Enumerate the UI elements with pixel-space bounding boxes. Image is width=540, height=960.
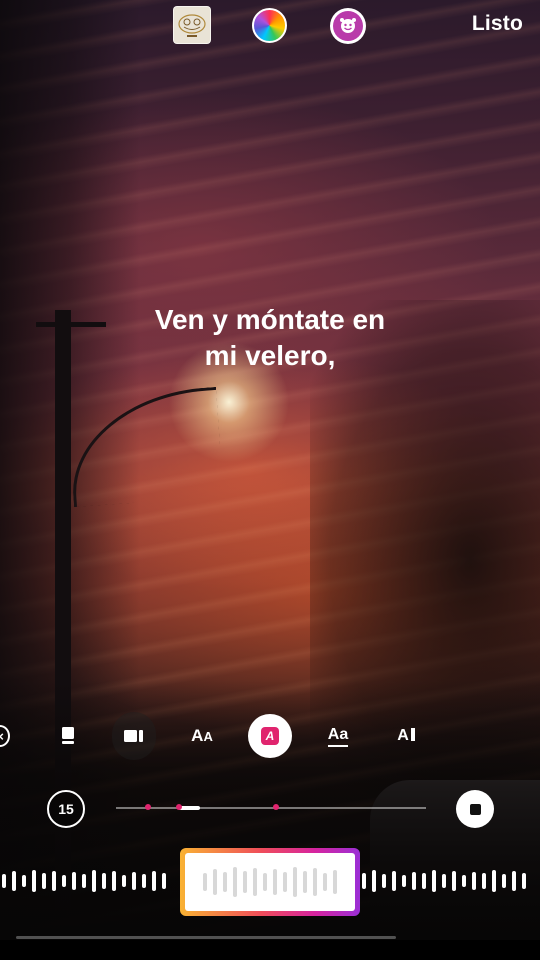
color-wheel-icon[interactable] (252, 8, 287, 43)
layout-card-button[interactable] (48, 712, 88, 760)
lyrics-line-1: Ven y móntate en (154, 304, 386, 335)
text-style-button[interactable]: A (248, 714, 292, 758)
selection-window-inner (185, 853, 355, 911)
playback-timeline: 15 (0, 788, 540, 828)
stop-button[interactable] (456, 790, 494, 828)
stop-icon (469, 803, 481, 815)
sticker-thumbnail-icon[interactable] (173, 6, 211, 44)
face-filter-icon (333, 11, 363, 41)
text-align-icon: A (397, 727, 415, 745)
remove-style-button[interactable]: × (0, 712, 10, 760)
close-circle-icon: × (0, 725, 10, 747)
lyrics-line-2: mi velero, (204, 340, 336, 371)
text-style-icon: A (261, 727, 279, 745)
layout-split-button[interactable] (112, 712, 156, 760)
face-filter-button[interactable] (330, 8, 366, 44)
font-size-button[interactable]: AA (182, 712, 222, 760)
audio-scrubber[interactable] (0, 846, 540, 916)
timeline-marker (176, 804, 182, 810)
layout-card-icon (62, 727, 74, 744)
lyrics-sticker[interactable]: Ven y móntate en mi velero, (100, 302, 440, 374)
waveform-left (2, 846, 178, 916)
timeline-marker (273, 804, 279, 810)
font-size-icon: AA (191, 726, 213, 745)
waveform-right (362, 846, 538, 916)
done-button[interactable]: Listo (472, 12, 523, 36)
lyrics-style-toolbar: × AA A Aa A (0, 712, 540, 760)
layout-split-icon (124, 730, 143, 742)
utility-pole-crossbar (36, 322, 106, 327)
selection-window[interactable] (180, 848, 360, 916)
timeline-track[interactable] (116, 807, 426, 809)
text-underline-icon: Aa (327, 725, 349, 743)
text-align-button[interactable]: A (386, 712, 426, 760)
editor-top-bar: Listo (0, 0, 540, 54)
bottom-safe-area (0, 940, 540, 960)
duration-selector[interactable]: 15 (47, 790, 85, 828)
text-underline-button[interactable]: Aa (318, 712, 358, 760)
underline-bar (328, 744, 348, 747)
sticker-art-icon (178, 14, 206, 37)
home-indicator-track (16, 936, 396, 939)
timeline-marker (145, 804, 151, 810)
